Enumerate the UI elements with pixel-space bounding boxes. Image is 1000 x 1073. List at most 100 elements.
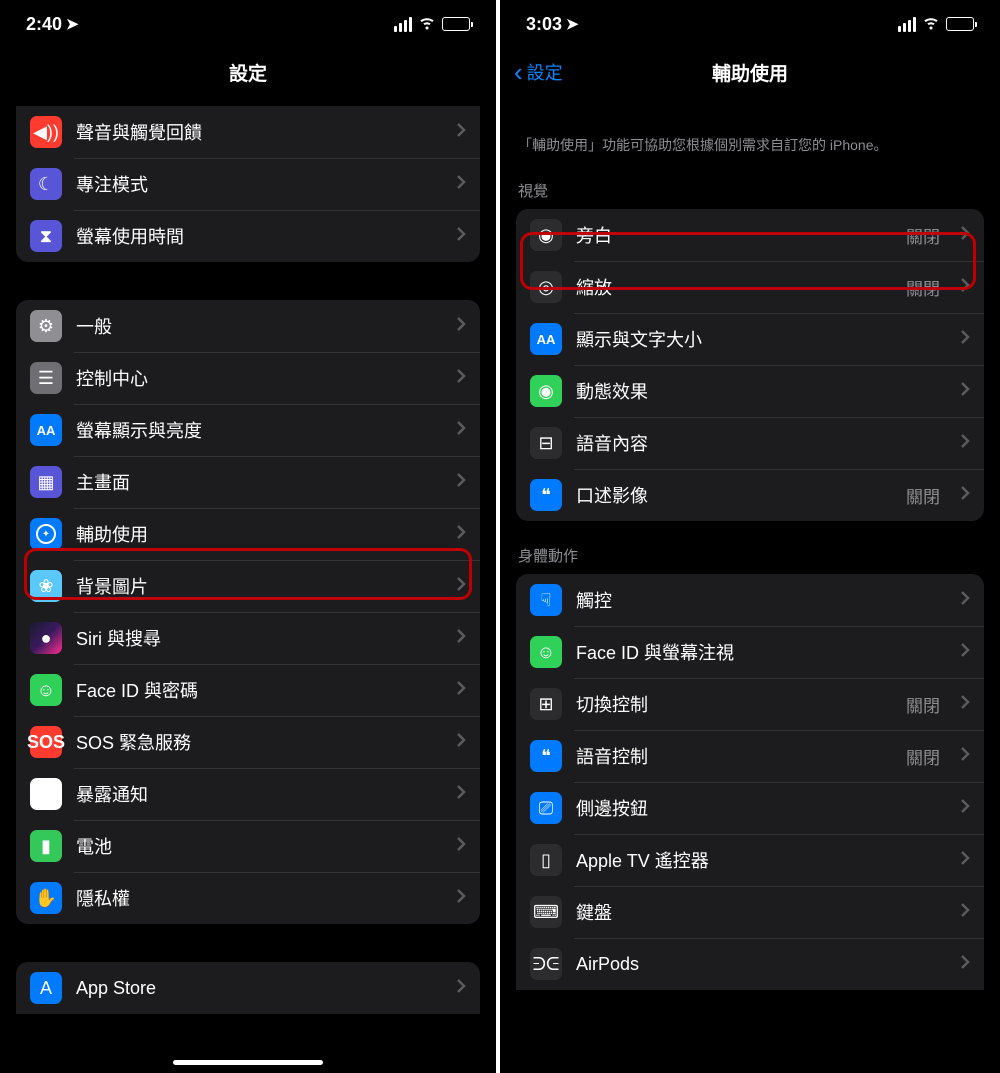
wallpaper-icon: ❀ xyxy=(30,570,62,602)
settings-row[interactable]: ⧗螢幕使用時間 xyxy=(16,210,480,262)
sos-icon: SOS xyxy=(30,726,62,758)
settings-row[interactable]: ▮電池 xyxy=(16,820,480,872)
page-title: 設定 xyxy=(229,59,267,86)
status-bar: 2:40 ➤ xyxy=(0,0,496,48)
switch-icon: ⊞ xyxy=(530,688,562,720)
row-label: AirPods xyxy=(576,954,946,975)
row-label: 顯示與文字大小 xyxy=(576,326,946,352)
vision-row[interactable]: ◉動態效果 xyxy=(516,365,984,417)
status-value: 關閉 xyxy=(906,483,940,508)
chevron-right-icon xyxy=(456,315,466,338)
zoom-icon: ◎ xyxy=(530,271,562,303)
status-time: 3:03 xyxy=(526,14,562,35)
status-value: 關閉 xyxy=(906,223,940,248)
settings-row[interactable]: AA 螢幕顯示與亮度 xyxy=(16,404,480,456)
control-center-icon: ☰ xyxy=(30,362,62,394)
chevron-right-icon xyxy=(960,745,970,768)
row-label: 背景圖片 xyxy=(76,573,442,599)
cellular-icon xyxy=(394,17,412,32)
settings-row[interactable]: ☰控制中心 xyxy=(16,352,480,404)
row-label: 聲音與觸覺回饋 xyxy=(76,119,442,145)
section-header-motor: 身體動作 xyxy=(500,545,1000,566)
motor-row[interactable]: ☟觸控 xyxy=(516,574,984,626)
vision-row[interactable]: ⊟語音內容 xyxy=(516,417,984,469)
chevron-right-icon xyxy=(960,380,970,403)
left-phone-screen: 2:40 ➤ 設定 ◀︎)) 聲音與觸覺回饋 ☾專注模式⧗螢幕使用時間 ⚙一般☰控制… xyxy=(0,0,500,1073)
chevron-right-icon xyxy=(960,224,970,247)
motor-row[interactable]: ▯Apple TV 遙控器 xyxy=(516,834,984,886)
sound-icon: ◀︎)) xyxy=(30,116,62,148)
motion-icon: ◉ xyxy=(530,375,562,407)
chevron-right-icon xyxy=(456,419,466,442)
settings-row[interactable]: ✱ 暴露通知 xyxy=(16,768,480,820)
back-button[interactable]: ‹ 設定 xyxy=(514,48,563,96)
chevron-right-icon xyxy=(960,484,970,507)
row-label: 螢幕顯示與亮度 xyxy=(76,417,442,443)
wifi-icon xyxy=(418,13,436,36)
motor-row[interactable]: ⌨鍵盤 xyxy=(516,886,984,938)
row-label: 暴露通知 xyxy=(76,781,442,807)
vision-row[interactable]: ❝口述影像關閉 xyxy=(516,469,984,521)
settings-row[interactable]: ⚙一般 xyxy=(16,300,480,352)
chevron-right-icon xyxy=(456,977,466,1000)
chevron-left-icon: ‹ xyxy=(514,59,523,85)
vision-row[interactable]: AA顯示與文字大小 xyxy=(516,313,984,365)
chevron-right-icon xyxy=(456,731,466,754)
row-label: Face ID 與密碼 xyxy=(76,677,442,703)
status-time: 2:40 xyxy=(26,14,62,35)
chevron-right-icon xyxy=(960,589,970,612)
row-label: 隱私權 xyxy=(76,885,442,911)
row-label: 側邊按鈕 xyxy=(576,795,946,821)
vision-row[interactable]: ◉ 旁白關閉 xyxy=(516,209,984,261)
appletv-icon: ▯ xyxy=(530,844,562,876)
settings-row[interactable]: ●Siri 與搜尋 xyxy=(16,612,480,664)
right-phone-screen: 3:03 ➤ ‹ 設定 輔助使用 「輔助使用」功能可協助您根據個別需求自訂您的 … xyxy=(500,0,1000,1073)
screentime-icon: ⧗ xyxy=(30,220,62,252)
settings-group-2: ⚙一般☰控制中心 AA 螢幕顯示與亮度 ▦主畫面輔助使用 ❀ 背景圖片 ●Siri 與搜尋☺… xyxy=(16,300,480,924)
faceid-attn-icon: ☺ xyxy=(530,636,562,668)
chevron-right-icon xyxy=(960,901,970,924)
settings-row[interactable]: ▦主畫面 xyxy=(16,456,480,508)
audio-desc-icon: ❝ xyxy=(530,479,562,511)
row-label: 語音內容 xyxy=(576,430,946,456)
settings-row[interactable]: ☾專注模式 xyxy=(16,158,480,210)
motor-row[interactable]: ⊞切換控制關閉 xyxy=(516,678,984,730)
row-label: SOS 緊急服務 xyxy=(76,729,442,755)
siri-icon: ● xyxy=(30,622,62,654)
row-label: 輔助使用 xyxy=(76,521,442,547)
location-icon: ➤ xyxy=(566,15,579,33)
row-label: 專注模式 xyxy=(76,171,442,197)
home-screen-icon: ▦ xyxy=(30,466,62,498)
chevron-right-icon xyxy=(456,679,466,702)
settings-row[interactable]: ❀ 背景圖片 xyxy=(16,560,480,612)
motor-row[interactable]: ⎚側邊按鈕 xyxy=(516,782,984,834)
vision-row[interactable]: ◎縮放關閉 xyxy=(516,261,984,313)
chevron-right-icon xyxy=(960,432,970,455)
settings-row[interactable]: SOS SOS 緊急服務 xyxy=(16,716,480,768)
nav-header: 設定 xyxy=(0,48,496,96)
chevron-right-icon xyxy=(960,641,970,664)
display-icon: AA xyxy=(30,414,62,446)
accessibility-icon xyxy=(30,518,62,550)
row-label: 電池 xyxy=(76,833,442,859)
exposure-icon: ✱ xyxy=(30,778,62,810)
settings-row[interactable]: 輔助使用 xyxy=(16,508,480,560)
settings-row[interactable]: AApp Store xyxy=(16,962,480,1014)
voiceover-icon: ◉ xyxy=(530,219,562,251)
keyboard-icon: ⌨ xyxy=(530,896,562,928)
cellular-icon xyxy=(898,17,916,32)
row-label: 旁白 xyxy=(576,222,892,248)
row-label: App Store xyxy=(76,978,442,999)
home-indicator[interactable] xyxy=(173,1060,323,1065)
settings-row[interactable]: ☺Face ID 與密碼 xyxy=(16,664,480,716)
wifi-icon xyxy=(922,13,940,36)
vision-group: ◉旁白關閉◎縮放關閉AA顯示與文字大小◉動態效果⊟語音內容❝口述影像關閉 xyxy=(516,209,984,521)
privacy-icon: ✋ xyxy=(30,882,62,914)
motor-row[interactable]: ☺Face ID 與螢幕注視 xyxy=(516,626,984,678)
motor-row[interactable]: ❝語音控制關閉 xyxy=(516,730,984,782)
settings-row[interactable]: ◀︎)) 聲音與觸覺回饋 xyxy=(16,106,480,158)
settings-row[interactable]: ✋ 隱私權 xyxy=(16,872,480,924)
chevron-right-icon xyxy=(960,328,970,351)
motor-row[interactable]: ᕭᕮAirPods xyxy=(516,938,984,990)
chevron-right-icon xyxy=(960,953,970,976)
